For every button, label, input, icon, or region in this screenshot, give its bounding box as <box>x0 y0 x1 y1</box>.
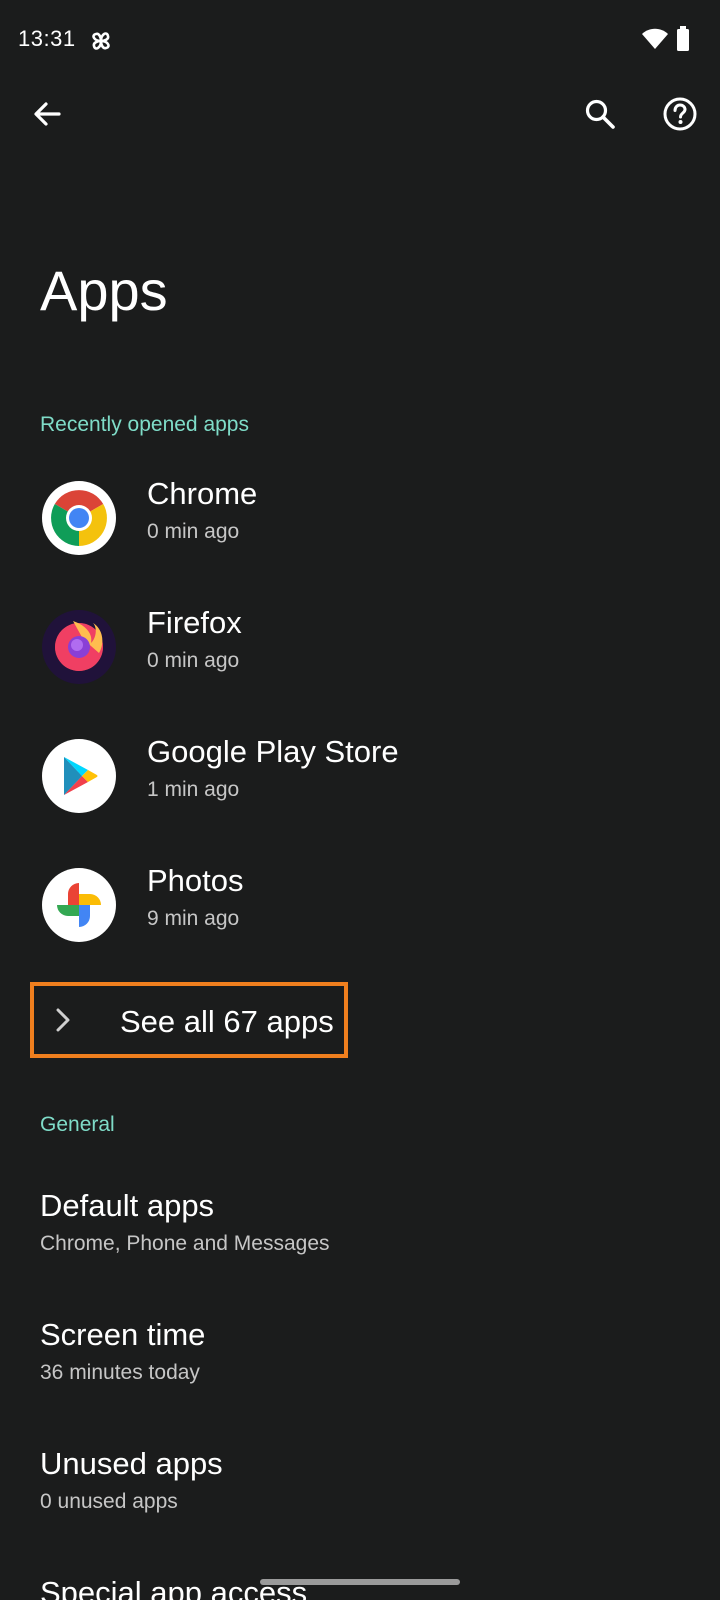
app-name: Photos <box>147 863 244 898</box>
back-button[interactable] <box>15 84 79 148</box>
app-last-opened: 0 min ago <box>147 649 240 672</box>
chrome-icon <box>42 481 116 555</box>
status-bar: 13:31 <box>0 0 720 80</box>
setting-unused-apps[interactable]: Unused apps 0 unused apps <box>0 1422 720 1548</box>
photos-icon <box>42 868 116 942</box>
setting-subtitle: 36 minutes today <box>40 1361 200 1384</box>
page-title: Apps <box>40 259 168 322</box>
firefox-icon <box>42 610 116 684</box>
setting-default-apps[interactable]: Default apps Chrome, Phone and Messages <box>0 1164 720 1290</box>
section-header-general: General <box>40 1113 115 1136</box>
play-store-icon <box>42 739 116 813</box>
search-icon <box>584 98 616 135</box>
app-row-photos[interactable]: Photos 9 min ago <box>0 841 720 969</box>
setting-title: Unused apps <box>40 1446 223 1481</box>
setting-subtitle: Chrome, Phone and Messages <box>40 1232 330 1255</box>
see-all-apps-button[interactable]: See all 67 apps <box>30 982 348 1058</box>
app-name: Firefox <box>147 605 242 640</box>
help-button[interactable] <box>648 84 712 148</box>
status-time: 13:31 <box>18 26 76 51</box>
battery-icon <box>676 26 690 57</box>
pinwheel-icon <box>88 28 114 59</box>
see-all-label: See all 67 apps <box>120 1004 334 1039</box>
app-row-firefox[interactable]: Firefox 0 min ago <box>0 583 720 711</box>
app-row-play-store[interactable]: Google Play Store 1 min ago <box>0 712 720 840</box>
app-last-opened: 9 min ago <box>147 907 240 930</box>
setting-title: Default apps <box>40 1188 215 1223</box>
setting-screen-time[interactable]: Screen time 36 minutes today <box>0 1293 720 1419</box>
chevron-right-icon <box>52 1006 74 1039</box>
setting-title: Screen time <box>40 1317 206 1352</box>
section-header-recent: Recently opened apps <box>40 413 249 436</box>
wifi-icon <box>642 28 668 55</box>
gesture-nav-handle[interactable] <box>260 1579 460 1585</box>
app-last-opened: 1 min ago <box>147 778 240 801</box>
app-name: Google Play Store <box>147 734 399 769</box>
search-button[interactable] <box>568 84 632 148</box>
arrow-back-icon <box>32 99 62 134</box>
app-row-chrome[interactable]: Chrome 0 min ago <box>0 454 720 582</box>
setting-subtitle: 0 unused apps <box>40 1490 178 1513</box>
help-icon <box>663 97 697 136</box>
app-last-opened: 0 min ago <box>147 520 240 543</box>
setting-special-app-access[interactable]: Special app access <box>0 1551 720 1600</box>
app-name: Chrome <box>147 476 258 511</box>
